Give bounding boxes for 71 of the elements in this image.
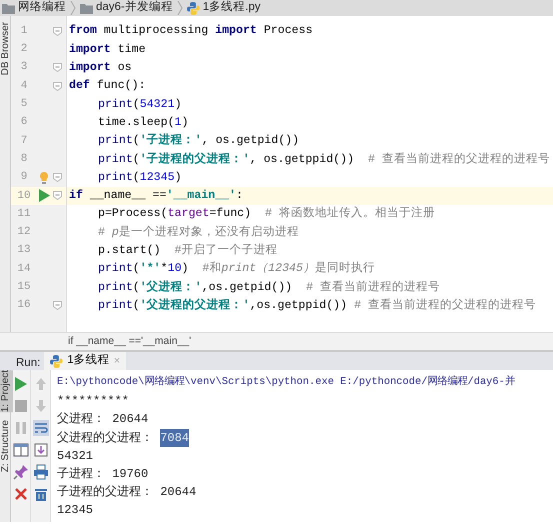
console-text: 父进程： 20644 — [57, 411, 148, 428]
code-line: print('*'*10) #和print（12345）是同时执行 — [97, 260, 375, 278]
folder-icon — [80, 2, 93, 14]
code-line: print(12345) — [97, 170, 182, 186]
fold-marker-icon[interactable] — [52, 26, 62, 36]
chevron-icon — [70, 1, 76, 15]
code-line: import time — [68, 42, 146, 58]
code-line: p=Process(target=func) # 将函数地址传入。相当于注册 — [97, 205, 435, 222]
line-number: 16 — [16, 298, 32, 314]
line-number: 13 — [16, 243, 32, 258]
python-icon — [50, 354, 64, 368]
stop-icon[interactable] — [12, 398, 28, 414]
code-line: print(54321) — [97, 96, 182, 113]
trash-icon[interactable] — [32, 486, 48, 502]
run-icon[interactable] — [12, 376, 28, 392]
breadcrumb-item[interactable]: 网络编程 — [2, 0, 66, 17]
line-number: 5 — [20, 97, 28, 112]
breadcrumb-item[interactable]: 1多线程.py — [186, 0, 261, 17]
chevron-icon — [176, 1, 183, 15]
lightbulb-icon[interactable] — [39, 172, 49, 184]
console-text: 父进程的父进程： — [57, 430, 154, 447]
python-icon — [186, 2, 200, 14]
console-text: 12345 — [57, 502, 94, 520]
line-number: 2 — [20, 42, 28, 58]
console-text: E:\pythoncode\网络编程\venv\Scripts\python.exe E:/pythoncode/网络编程/day6-并 — [57, 375, 515, 390]
run-label: Run: — [15, 356, 42, 370]
fold-marker-icon[interactable] — [52, 173, 62, 182]
code-line: from multiprocessing import Process — [68, 23, 313, 40]
line-number: 11 — [16, 206, 32, 222]
code-line: def func(): — [68, 78, 146, 94]
close-icon[interactable] — [12, 486, 28, 502]
line-number: 4 — [20, 78, 28, 94]
code-line: time.sleep(1) — [97, 114, 188, 131]
line-number: 3 — [20, 60, 28, 76]
pin-icon[interactable] — [12, 464, 28, 480]
code-line: p.start() #开启了一个子进程 — [97, 242, 278, 260]
run-tab[interactable]: 1多线程 × — [44, 352, 126, 370]
line-number: 15 — [16, 280, 32, 296]
code-line: import os — [68, 60, 132, 76]
console-text: 子进程： 19760 — [57, 466, 148, 484]
code-line: if __name__ =='__main__': — [68, 188, 243, 204]
fold-marker-icon[interactable] — [52, 82, 62, 91]
console-text: 54321 — [57, 448, 94, 465]
code-line: print('子进程：', os.getpid()) — [97, 132, 300, 150]
code-line: # p是一个进程对象，还没有启动进程 — [97, 224, 299, 241]
layout-icon[interactable] — [12, 442, 28, 458]
console-text: 子进程的父进程： 20644 — [57, 484, 196, 502]
console-text: ********** — [57, 393, 130, 410]
tool-window-tab[interactable]: Z: Structure — [0, 420, 12, 472]
fold-marker-icon[interactable] — [52, 191, 62, 200]
code-line: print('父进程：',os.getpid()) # 查看当前进程的进程号 — [97, 279, 440, 296]
fold-marker-icon[interactable] — [52, 63, 62, 72]
line-number: 9 — [20, 170, 28, 186]
breadcrumb-item[interactable]: day6-并发编程 — [80, 0, 173, 17]
line-number: 12 — [16, 225, 32, 240]
line-number: 8 — [20, 152, 28, 167]
line-number: 1 — [20, 24, 28, 39]
editor-breadcrumb[interactable]: if __name__ =='__main__' — [0, 332, 553, 350]
run-icon[interactable] — [38, 189, 50, 202]
line-number: 14 — [16, 262, 32, 277]
line-number: 6 — [20, 115, 28, 130]
code-line: print('子进程的父进程：', os.getppid()) # 查看当前进程的父进程的进程号 — [97, 151, 550, 168]
code-line: print('父进程的父进程：',os.getppid()) # 查看当前进程的父进程的进程号 — [97, 297, 536, 314]
line-number: 7 — [20, 134, 28, 149]
line-number: 10 — [16, 188, 32, 204]
fold-marker-icon[interactable] — [52, 301, 62, 310]
scroll-to-end-icon[interactable] — [32, 442, 48, 458]
tool-window-tab[interactable]: DB Browser — [0, 22, 12, 76]
selected-text: 7084 — [160, 428, 190, 447]
print-icon[interactable] — [32, 464, 48, 480]
folder-icon — [2, 2, 15, 14]
